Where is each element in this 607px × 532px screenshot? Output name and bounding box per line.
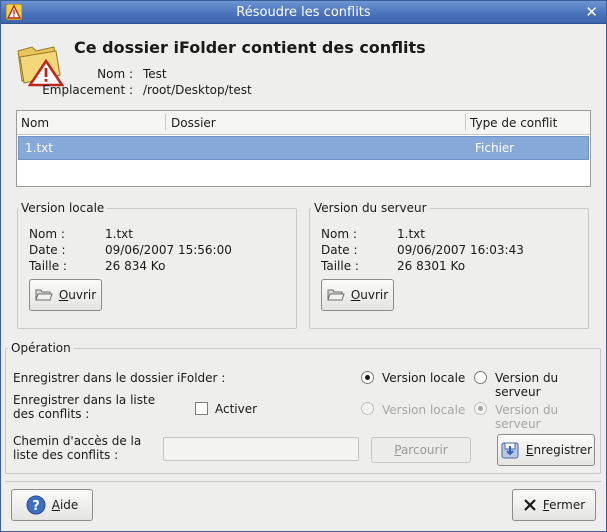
column-separator[interactable] xyxy=(465,114,466,131)
help-button[interactable]: ? Aide xyxy=(11,489,93,521)
close-window-icon[interactable]: ✕ xyxy=(585,3,598,21)
conflicts-table: Nom Dossier Type de conflit 1.txt Fichie… xyxy=(16,110,591,187)
radio-list-local-version[interactable] xyxy=(361,402,374,415)
resolve-conflicts-dialog: Résoudre les conflits ✕ Ce dossier iFold… xyxy=(0,0,607,532)
local-size-value: 26 834 Ko xyxy=(105,259,166,273)
server-open-button[interactable]: Ouvrir xyxy=(321,279,394,311)
local-open-label: Ouvrir xyxy=(58,288,97,302)
server-version-title: Version du serveur xyxy=(311,201,430,215)
local-size-label: Taille : xyxy=(29,259,67,273)
browse-button[interactable]: Parcourir xyxy=(371,437,471,463)
row-type: Fichier xyxy=(475,141,515,155)
local-date-label: Date : xyxy=(29,243,66,257)
conflict-heading: Ce dossier iFolder contient des conflits xyxy=(74,38,426,57)
column-header-folder[interactable]: Dossier xyxy=(171,116,216,130)
help-icon: ? xyxy=(26,495,46,515)
save-in-ifolder-label: Enregistrer dans le dossier iFolder : xyxy=(13,371,226,385)
radio-list-server-version-label[interactable]: Version du serveur xyxy=(495,403,606,431)
table-header: Nom Dossier Type de conflit xyxy=(17,111,590,135)
open-folder-icon xyxy=(327,289,345,301)
activate-label[interactable]: Activer xyxy=(215,402,257,416)
activate-checkbox[interactable] xyxy=(195,402,208,415)
svg-text:?: ? xyxy=(32,499,40,514)
folder-name-label: Nom : xyxy=(97,67,133,81)
server-name-label: Nom : xyxy=(321,227,357,241)
radio-server-version[interactable] xyxy=(474,371,487,384)
folder-location-value: /root/Desktop/test xyxy=(143,83,252,97)
close-label: Fermer xyxy=(542,498,586,512)
local-date-value: 09/06/2007 15:56:00 xyxy=(105,243,232,257)
window-title: Résoudre les conflits xyxy=(236,5,371,20)
save-icon xyxy=(501,442,519,459)
radio-local-version-label[interactable]: Version locale xyxy=(382,371,465,385)
footer-divider xyxy=(5,481,601,482)
row-name: 1.txt xyxy=(25,141,53,155)
conflict-path-label: Chemin d'accès de la liste des conflits … xyxy=(13,434,142,462)
radio-list-local-version-label[interactable]: Version locale xyxy=(382,403,465,417)
conflict-path-input[interactable] xyxy=(163,437,359,461)
operation-title: Opération xyxy=(8,341,74,355)
local-name-value: 1.txt xyxy=(105,227,133,241)
server-size-label: Taille : xyxy=(321,259,359,273)
radio-local-version[interactable] xyxy=(361,371,374,384)
save-button[interactable]: Enregistrer xyxy=(497,434,595,466)
save-in-list-label: Enregistrer dans la liste des conflits : xyxy=(13,393,156,421)
close-icon xyxy=(524,499,536,511)
title-bar: Résoudre les conflits ✕ xyxy=(1,1,606,24)
column-header-name[interactable]: Nom xyxy=(21,116,49,130)
server-date-label: Date : xyxy=(321,243,358,257)
browse-label: Parcourir xyxy=(394,443,448,457)
folder-location-label: Emplacement : xyxy=(42,83,133,97)
server-name-value: 1.txt xyxy=(397,227,425,241)
folder-name-value: Test xyxy=(143,67,167,81)
server-date-value: 09/06/2007 16:03:43 xyxy=(397,243,524,257)
radio-server-version-label[interactable]: Version du serveur xyxy=(495,371,606,399)
local-version-title: Version locale xyxy=(18,201,108,215)
radio-list-server-version[interactable] xyxy=(474,402,487,415)
server-open-label: Ouvrir xyxy=(350,288,389,302)
close-button[interactable]: Fermer xyxy=(512,489,596,521)
local-open-button[interactable]: Ouvrir xyxy=(29,279,102,311)
save-label: Enregistrer xyxy=(525,443,593,457)
help-label: Aide xyxy=(51,498,79,512)
column-separator[interactable] xyxy=(165,114,166,131)
open-folder-icon xyxy=(35,289,53,301)
server-size-value: 26 8301 Ko xyxy=(397,259,466,273)
local-name-label: Nom : xyxy=(29,227,65,241)
table-row[interactable]: 1.txt Fichier xyxy=(18,136,589,160)
column-header-conflict-type[interactable]: Type de conflit xyxy=(470,116,557,130)
